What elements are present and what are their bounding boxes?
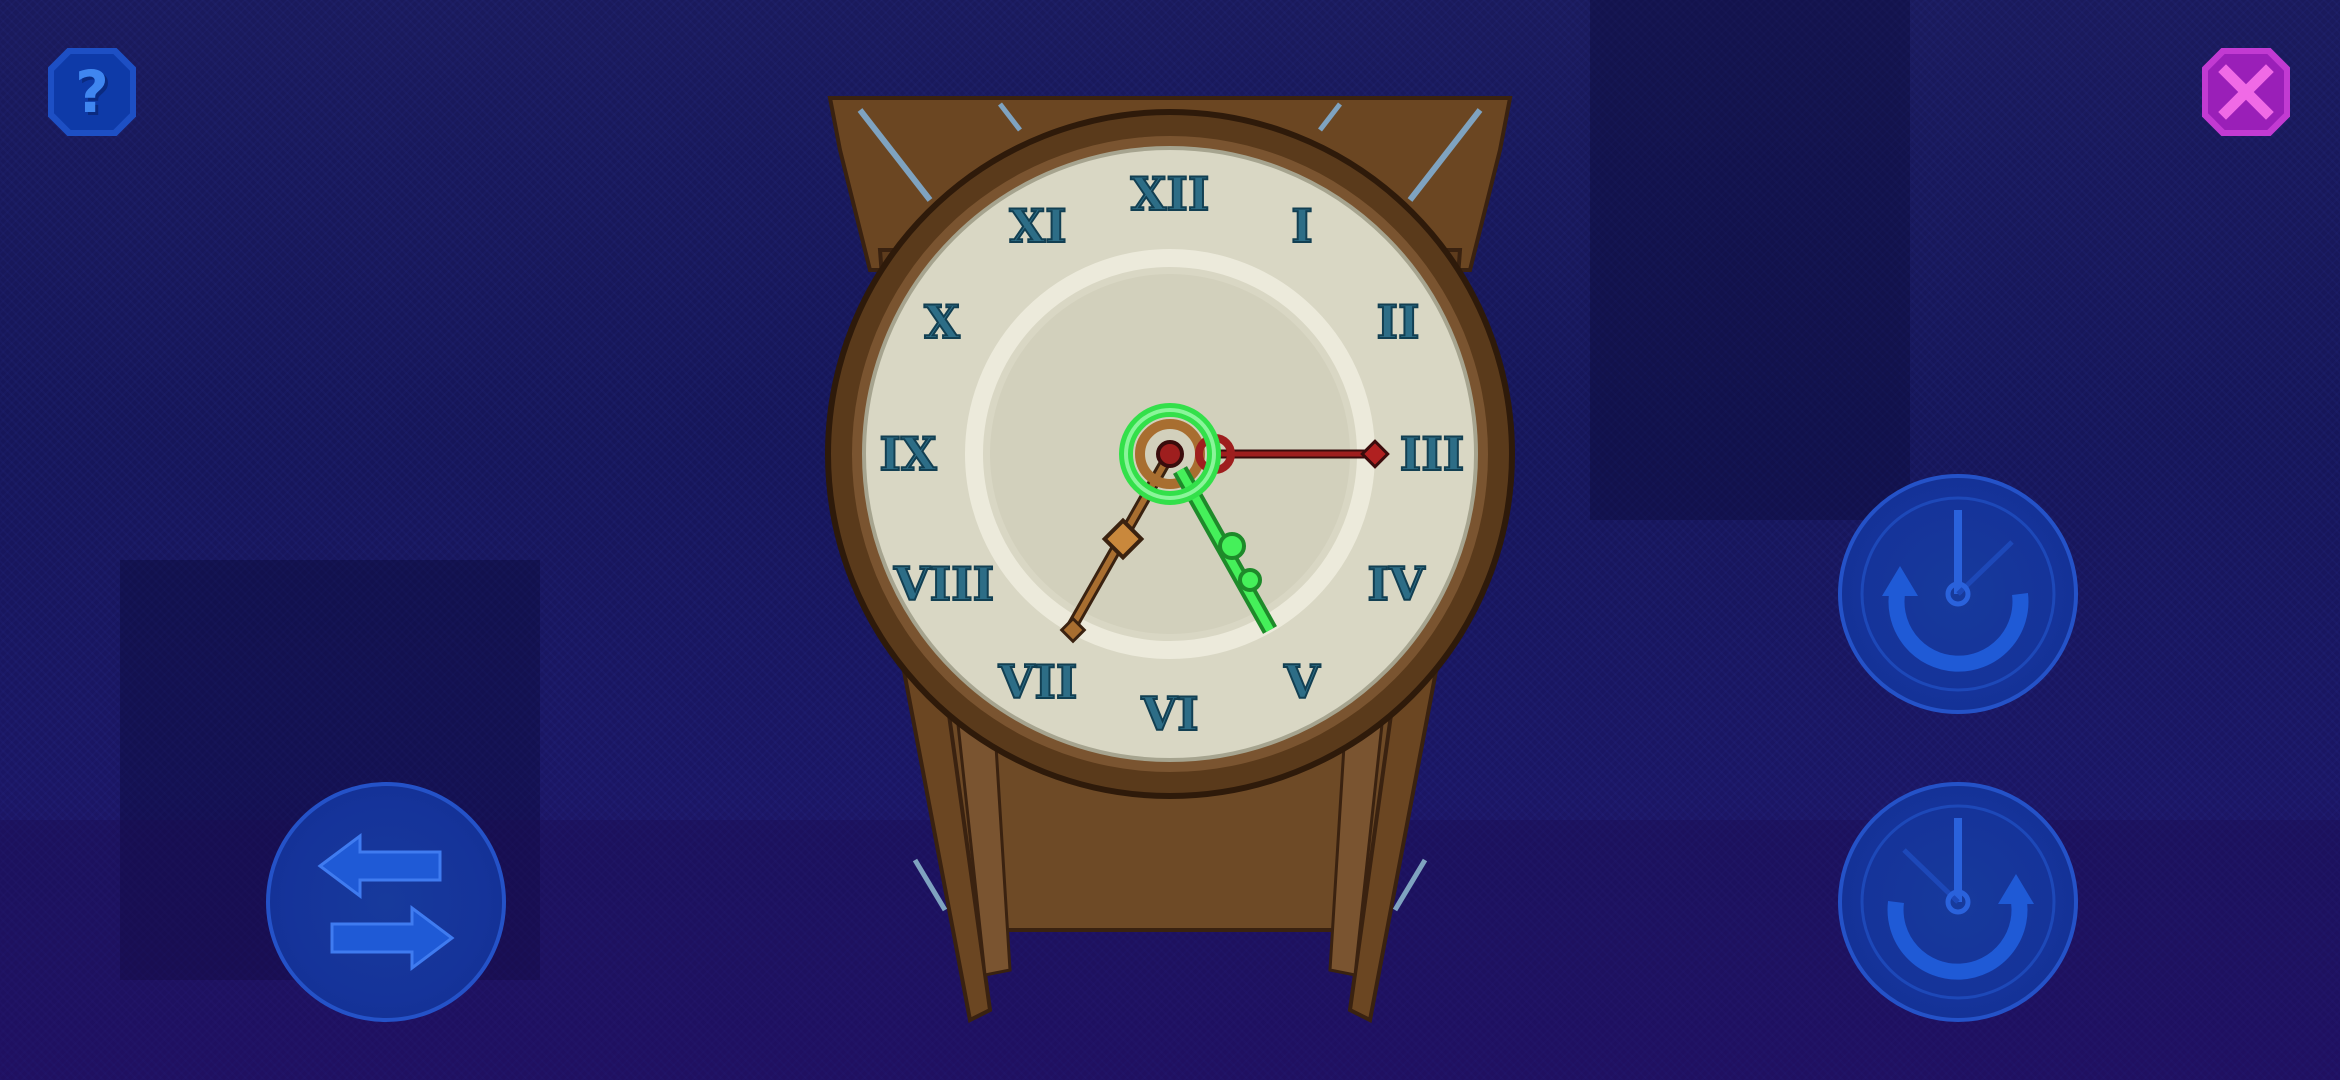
numeral-i: I — [1291, 199, 1313, 253]
swap-hands-button[interactable] — [266, 782, 506, 1022]
question-mark-icon: ? — [75, 58, 109, 126]
clock: XII I II III IV V VI VII VIII IX X XI — [820, 90, 1520, 1040]
numeral-vii: VII — [998, 655, 1078, 709]
numeral-ii: II — [1376, 295, 1419, 349]
rotate-counterclockwise-button[interactable] — [1838, 474, 2078, 714]
help-button[interactable]: ? — [48, 48, 136, 136]
numeral-x: X — [924, 295, 960, 349]
numeral-iv: IV — [1367, 557, 1426, 611]
background-shape — [1590, 0, 1910, 520]
numeral-ix: IX — [879, 427, 937, 481]
rotate-clockwise-button[interactable] — [1838, 782, 2078, 1022]
close-button[interactable] — [2202, 48, 2290, 136]
numeral-iii: III — [1400, 427, 1465, 481]
rotate-clockwise-icon — [1860, 804, 2056, 1000]
rotate-counterclockwise-icon — [1860, 496, 2056, 692]
numeral-xi: XI — [1009, 199, 1066, 253]
swap-arrows-icon — [317, 833, 455, 971]
numeral-xii: XII — [1131, 167, 1210, 221]
close-x-icon — [2218, 64, 2274, 120]
numeral-vi: VI — [1140, 687, 1198, 741]
clock-center-pin — [1156, 440, 1184, 468]
numeral-viii: VIII — [893, 557, 994, 611]
numeral-v: V — [1283, 655, 1321, 709]
